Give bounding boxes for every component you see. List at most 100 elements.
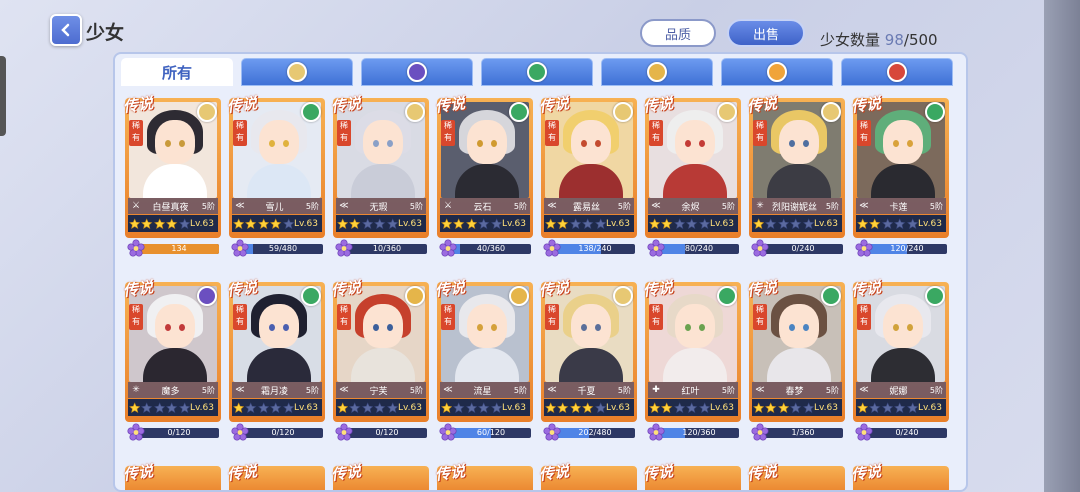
tab-holy[interactable] (601, 58, 713, 86)
class-icon: ≪ (235, 385, 245, 395)
rarity-tag: 稀有 (753, 120, 767, 146)
card-frame: 传说 稀有 ≪ 春梦 5阶 Lv.63 (746, 278, 845, 422)
star-empty-icon (881, 217, 894, 229)
character-face (363, 304, 403, 348)
girl-card-partial[interactable]: 传说 (746, 462, 845, 490)
girl-card[interactable]: 传说 稀有 ✚ 红叶 5阶 Lv.63 120/360 (642, 278, 741, 442)
girl-card[interactable]: 传说 稀有 ≪ 无瑕 5阶 Lv.63 10/360 (330, 94, 429, 258)
rarity-tag: 稀有 (337, 120, 351, 146)
character-name: 卡莲 (889, 202, 908, 213)
card-frame: 传说 稀有 ≪ 余烬 5阶 Lv.63 (642, 94, 741, 238)
exp-bar: 120/240 (855, 239, 947, 257)
girl-card[interactable]: 传说 稀有 ≪ 妮娜 5阶 Lv.63 0/240 (850, 278, 949, 442)
girl-card-partial[interactable]: 传说 (850, 462, 949, 490)
exp-flower-icon (127, 423, 145, 441)
girl-card[interactable]: 传说 稀有 ≪ 余烬 5阶 Lv.63 80/240 (642, 94, 741, 258)
girl-card[interactable]: 传说 稀有 ≪ 卡莲 5阶 Lv.63 120/240 (850, 94, 949, 258)
card-frame: 传说 稀有 ≪ 宁芙 5阶 Lv.63 (330, 278, 429, 422)
legend-rank-tag: 传说 (537, 461, 571, 484)
tier-label: 5阶 (825, 385, 839, 395)
girl-card[interactable]: 传说 稀有 ≪ 春梦 5阶 Lv.63 1/360 (746, 278, 845, 442)
character-name: 露易丝 (572, 202, 600, 213)
character-face (467, 304, 507, 348)
girl-card[interactable]: 传说 稀有 ✳ 魔多 5阶 Lv.63 0/120 (122, 278, 221, 442)
card-frame: 传说 稀有 ✳ 烈阳谢妮丝 5阶 Lv.63 (746, 94, 845, 238)
tab-dark[interactable] (361, 58, 473, 86)
exp-track: 0/120 (139, 428, 219, 438)
class-icon: ≪ (235, 201, 245, 211)
girl-card-partial[interactable]: 传说 (122, 462, 221, 490)
exp-bar: 40/360 (439, 239, 531, 257)
quality-filter-button[interactable]: 品质 (640, 19, 716, 47)
star-empty-icon (698, 401, 710, 413)
wind-element-icon (821, 286, 841, 306)
girl-card-partial[interactable]: 传说 (434, 462, 533, 490)
star-empty-icon (361, 217, 374, 229)
tab-wind[interactable] (481, 58, 593, 86)
tab-light[interactable] (241, 58, 353, 86)
girl-card[interactable]: 传说 稀有 ✳ 烈阳谢妮丝 5阶 Lv.63 0/240 (746, 94, 845, 258)
class-icon: ≪ (339, 385, 349, 395)
girl-count-value: 98 (884, 31, 904, 49)
tab-fire[interactable] (841, 58, 953, 86)
back-button[interactable] (50, 14, 82, 46)
girl-card-partial[interactable]: 传说 (226, 462, 325, 490)
sun-element-icon (767, 62, 787, 82)
girl-count: 少女数量 98/500 (820, 29, 938, 50)
star-empty-icon (777, 217, 790, 229)
girl-count-max: /500 (903, 31, 938, 49)
wind-element-icon (717, 286, 737, 306)
card-frame: 传说 稀有 ≪ 千夏 5阶 Lv.63 (538, 278, 637, 422)
rarity-tag: 稀有 (753, 304, 767, 330)
legend-rank-tag: 传说 (849, 93, 883, 116)
girl-card[interactable]: 传说 稀有 ≪ 雪儿 5阶 Lv.63 59/480 (226, 94, 325, 258)
girl-card-partial[interactable]: 传说 (642, 462, 741, 490)
girl-card[interactable]: 传说 稀有 ≪ 霜月凌 5阶 Lv.63 0/120 (226, 278, 325, 442)
girl-card-partial[interactable]: 传说 (330, 462, 429, 490)
star-filled-icon (661, 401, 673, 413)
girl-card[interactable]: 传说 稀有 ≪ 流星 5阶 Lv.63 60/120 (434, 278, 533, 442)
character-eye (581, 140, 587, 147)
sell-button[interactable]: 出售 (727, 19, 805, 47)
star-empty-icon (894, 217, 906, 229)
character-name: 春梦 (785, 386, 804, 397)
exp-bar: 80/240 (647, 239, 739, 257)
character-eye (907, 324, 913, 331)
girl-card-partial[interactable]: 传说 (538, 462, 637, 490)
character-body (455, 348, 519, 382)
character-face (155, 120, 195, 164)
character-eye (491, 324, 497, 331)
exp-track: 134 (139, 244, 219, 254)
tab-all[interactable]: 所有 (121, 58, 233, 86)
star-empty-icon (270, 401, 282, 413)
girl-card[interactable]: 传说 稀有 ⚔ 白昼真夜 5阶 Lv.63 134 (122, 94, 221, 258)
girl-card[interactable]: 传说 稀有 ≪ 露易丝 5阶 Lv.63 138/240 (538, 94, 637, 258)
star-empty-icon (790, 217, 802, 229)
page-title: 少女 (86, 22, 125, 44)
tier-label: 5阶 (201, 385, 215, 395)
exp-flower-icon (439, 423, 457, 441)
tier-label: 5阶 (929, 385, 943, 395)
star-filled-icon (245, 217, 257, 229)
character-body (559, 164, 623, 198)
rarity-tag: 稀有 (545, 304, 559, 330)
character-body (767, 348, 831, 382)
character-face (259, 304, 299, 348)
character-face (363, 120, 403, 164)
star-filled-icon (661, 217, 673, 229)
girl-card[interactable]: 传说 稀有 ≪ 宁芙 5阶 Lv.63 0/120 (330, 278, 429, 442)
exp-flower-icon (231, 423, 249, 441)
girl-card[interactable]: 传说 稀有 ⚔ 云石 5阶 Lv.63 40/360 (434, 94, 533, 258)
exp-bar: 0/240 (751, 239, 843, 257)
tier-label: 5阶 (305, 385, 319, 395)
tab-sun[interactable] (721, 58, 833, 86)
character-body (663, 164, 727, 198)
level-label: Lv.63 (190, 218, 214, 229)
character-face (883, 120, 923, 164)
card-frame: 传说 稀有 ≪ 无瑕 5阶 Lv.63 (330, 94, 429, 238)
girl-card[interactable]: 传说 稀有 ≪ 千夏 5阶 Lv.63 202/480 (538, 278, 637, 442)
star-empty-icon (582, 217, 594, 229)
element-filter-tabs: 所有 (121, 58, 961, 88)
character-body (663, 348, 727, 382)
dark-element-icon (197, 286, 217, 306)
